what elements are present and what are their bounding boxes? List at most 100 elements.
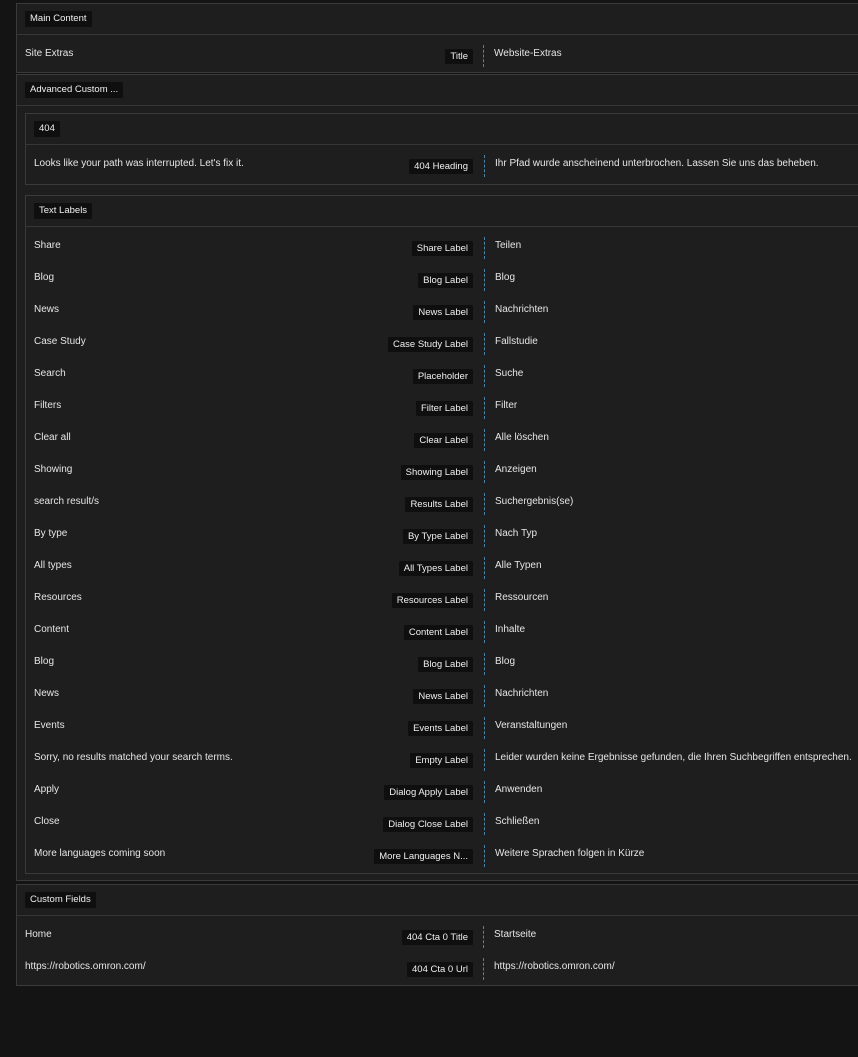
translation-row[interactable]: Case Study Case Study Label Fallstudie	[26, 327, 858, 359]
translation-row[interactable]: Close Dialog Close Label Schließen	[26, 807, 858, 839]
translation-text[interactable]: Alle löschen	[495, 432, 549, 443]
translation-row[interactable]: All types All Types Label Alle Typen	[26, 551, 858, 583]
field-label: News Label	[413, 305, 473, 320]
translation-row[interactable]: Share Share Label Teilen	[26, 231, 858, 263]
row-separator	[484, 525, 485, 547]
translation-row[interactable]: search result/s Results Label Suchergebnis…	[26, 487, 858, 519]
source-text: More languages coming soon	[34, 848, 166, 859]
translation-row[interactable]: Filters Filter Label Filter	[26, 391, 858, 423]
translation-text[interactable]: Teilen	[495, 240, 521, 251]
translation-text[interactable]: Schließen	[495, 816, 539, 827]
translation-text[interactable]: Leider wurden keine Ergebnisse gefunden,…	[495, 752, 852, 763]
translation-text[interactable]: Website-Extras	[494, 48, 562, 59]
translation-text[interactable]: Startseite	[494, 929, 536, 940]
source-text: Showing	[34, 464, 73, 475]
translation-text[interactable]: Anwenden	[495, 784, 542, 795]
translation-text[interactable]: Nach Typ	[495, 528, 537, 539]
source-text: Content	[34, 624, 70, 635]
row-separator	[484, 461, 485, 483]
translation-row[interactable]: Apply Dialog Apply Label Anwenden	[26, 775, 858, 807]
field-label: Showing Label	[400, 465, 473, 480]
translation-text[interactable]: Nachrichten	[495, 304, 548, 315]
row-separator	[484, 365, 485, 387]
text-labels-header: Text Labels	[26, 196, 858, 227]
translation-text[interactable]: Alle Typen	[495, 560, 542, 571]
source-text: Sorry, no results matched your search te…	[34, 752, 233, 763]
translation-row[interactable]: Sorry, no results matched your search te…	[26, 743, 858, 775]
translation-row[interactable]: https://robotics.omron.com/ 404 Cta 0 Ur…	[17, 952, 858, 984]
translation-row[interactable]: Blog Blog Label Blog	[26, 263, 858, 295]
source-text: search result/s	[34, 496, 100, 507]
row-separator	[484, 493, 485, 515]
source-text: Filters	[34, 400, 62, 411]
text-labels-tag: Text Labels	[34, 203, 93, 219]
field-label: Blog Label	[418, 273, 473, 288]
row-separator	[484, 429, 485, 451]
translation-row[interactable]: Home 404 Cta 0 Title Startseite	[17, 920, 858, 952]
row-separator	[484, 155, 485, 177]
translation-row[interactable]: News News Label Nachrichten	[26, 679, 858, 711]
translation-text[interactable]: Anzeigen	[495, 464, 537, 475]
source-text: All types	[34, 560, 72, 571]
section-404-tag: 404	[34, 121, 60, 137]
translation-text[interactable]: Ressourcen	[495, 592, 548, 603]
acf-tag: Advanced Custom ...	[25, 82, 124, 98]
section-404-header: 404	[26, 114, 858, 145]
translation-row[interactable]: Clear all Clear Label Alle löschen	[26, 423, 858, 455]
source-text: Looks like your path was interrupted. Le…	[34, 158, 244, 169]
translation-text[interactable]: Filter	[495, 400, 517, 411]
translation-text[interactable]: Suchergebnis(se)	[495, 496, 573, 507]
row-separator	[484, 621, 485, 643]
field-label: Dialog Apply Label	[384, 785, 473, 800]
translation-text[interactable]: Blog	[495, 656, 515, 667]
row-separator	[484, 269, 485, 291]
main-content-panel: Main Content Site Extras Title Website-E…	[16, 3, 858, 73]
row-separator	[483, 926, 484, 948]
field-label: Clear Label	[414, 433, 473, 448]
row-separator	[484, 845, 485, 867]
field-label: All Types Label	[398, 561, 473, 576]
field-label: News Label	[413, 689, 473, 704]
field-label: Results Label	[405, 497, 473, 512]
translation-row[interactable]: Site Extras Title Website-Extras	[17, 39, 858, 71]
field-label: Blog Label	[418, 657, 473, 672]
row-separator	[484, 557, 485, 579]
translation-text[interactable]: Blog	[495, 272, 515, 283]
source-text: Search	[34, 368, 66, 379]
translation-row[interactable]: By type By Type Label Nach Typ	[26, 519, 858, 551]
translation-text[interactable]: Veranstaltungen	[495, 720, 567, 731]
row-separator	[484, 717, 485, 739]
translation-row[interactable]: Resources Resources Label Ressourcen	[26, 583, 858, 615]
source-text: https://robotics.omron.com/	[25, 961, 146, 972]
row-separator	[483, 958, 484, 980]
row-separator	[484, 237, 485, 259]
translation-text[interactable]: Nachrichten	[495, 688, 548, 699]
field-label: Content Label	[403, 625, 473, 640]
translation-row[interactable]: Events Events Label Veranstaltungen	[26, 711, 858, 743]
translation-text[interactable]: Weitere Sprachen folgen in Kürze	[495, 848, 644, 859]
field-label: Resources Label	[391, 593, 473, 608]
translation-row[interactable]: Looks like your path was interrupted. Le…	[26, 149, 858, 181]
translation-row[interactable]: News News Label Nachrichten	[26, 295, 858, 327]
translation-row[interactable]: Content Content Label Inhalte	[26, 615, 858, 647]
translation-row[interactable]: Showing Showing Label Anzeigen	[26, 455, 858, 487]
source-text: Site Extras	[25, 48, 74, 59]
translation-text[interactable]: Inhalte	[495, 624, 525, 635]
translation-text[interactable]: Suche	[495, 368, 523, 379]
translation-row[interactable]: Blog Blog Label Blog	[26, 647, 858, 679]
row-separator	[484, 397, 485, 419]
source-text: Blog	[34, 656, 55, 667]
field-label: Dialog Close Label	[383, 817, 473, 832]
translation-text[interactable]: Ihr Pfad wurde anscheinend unterbrochen.…	[495, 158, 819, 169]
translation-text[interactable]: https://robotics.omron.com/	[494, 961, 615, 972]
field-label: 404 Cta 0 Url	[407, 962, 473, 977]
translation-text[interactable]: Fallstudie	[495, 336, 538, 347]
source-text: Blog	[34, 272, 55, 283]
translation-row[interactable]: Search Placeholder Suche	[26, 359, 858, 391]
main-content-tag: Main Content	[25, 11, 92, 27]
row-separator	[484, 781, 485, 803]
translation-row[interactable]: More languages coming soon More Languages…	[26, 839, 858, 871]
field-label: By Type Label	[402, 529, 473, 544]
custom-fields-panel: Custom Fields Home 404 Cta 0 Title Start…	[16, 884, 858, 986]
field-label: More Languages N...	[374, 849, 473, 864]
